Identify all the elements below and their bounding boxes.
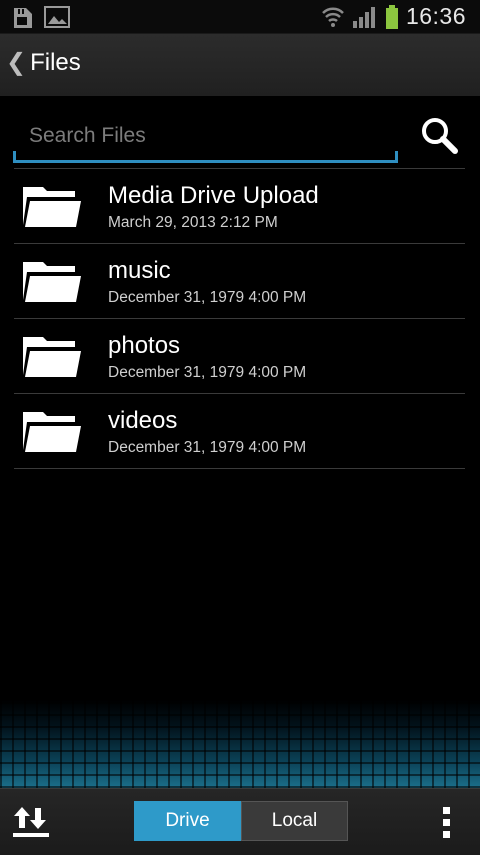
overflow-menu-button[interactable]: [436, 807, 456, 841]
file-date: March 29, 2013 2:12 PM: [108, 214, 278, 231]
file-date: December 31, 1979 4:00 PM: [108, 364, 307, 381]
list-item[interactable]: Media Drive Upload March 29, 2013 2:12 P…: [14, 168, 465, 244]
file-date: December 31, 1979 4:00 PM: [108, 289, 307, 306]
clock: 16:36: [405, 3, 466, 29]
search-button[interactable]: [418, 114, 462, 158]
file-name: music: [108, 257, 171, 284]
folder-icon: [23, 262, 81, 302]
sd-card-icon: [14, 8, 32, 28]
back-button[interactable]: ❮ Files: [6, 48, 81, 78]
upload-button[interactable]: [10, 803, 54, 843]
battery-charging-icon: [385, 4, 398, 29]
bottom-bar: Drive Local: [0, 788, 480, 855]
search-input[interactable]: [27, 120, 391, 152]
tab-drive[interactable]: Drive: [134, 801, 241, 841]
folder-icon: [23, 187, 81, 227]
page-title: Files: [30, 49, 81, 76]
action-bar: ❮ Files: [0, 34, 480, 97]
file-list: Media Drive Upload March 29, 2013 2:12 P…: [14, 168, 465, 469]
search-icon: [422, 118, 458, 154]
folder-icon: [23, 337, 81, 377]
folder-icon: [23, 412, 81, 452]
signal-icon: [352, 6, 375, 28]
image-notification-icon: [44, 6, 70, 28]
status-bar: 16:36: [0, 0, 480, 34]
file-name: photos: [108, 332, 181, 359]
list-item[interactable]: photos December 31, 1979 4:00 PM: [14, 319, 465, 394]
search-field: [13, 112, 398, 163]
chevron-left-icon: ❮: [6, 49, 27, 76]
file-date: December 31, 1979 4:00 PM: [108, 439, 307, 456]
source-toggle: Drive Local: [134, 801, 348, 841]
overflow-menu-icon: [436, 807, 456, 838]
list-item[interactable]: videos December 31, 1979 4:00 PM: [14, 394, 465, 469]
file-name: Media Drive Upload: [108, 182, 319, 209]
tab-local[interactable]: Local: [241, 801, 348, 841]
list-item[interactable]: music December 31, 1979 4:00 PM: [14, 244, 465, 319]
background-glow: [0, 700, 480, 788]
upload-download-icon: [13, 807, 49, 837]
wifi-icon: [322, 7, 344, 27]
file-name: videos: [108, 407, 178, 434]
